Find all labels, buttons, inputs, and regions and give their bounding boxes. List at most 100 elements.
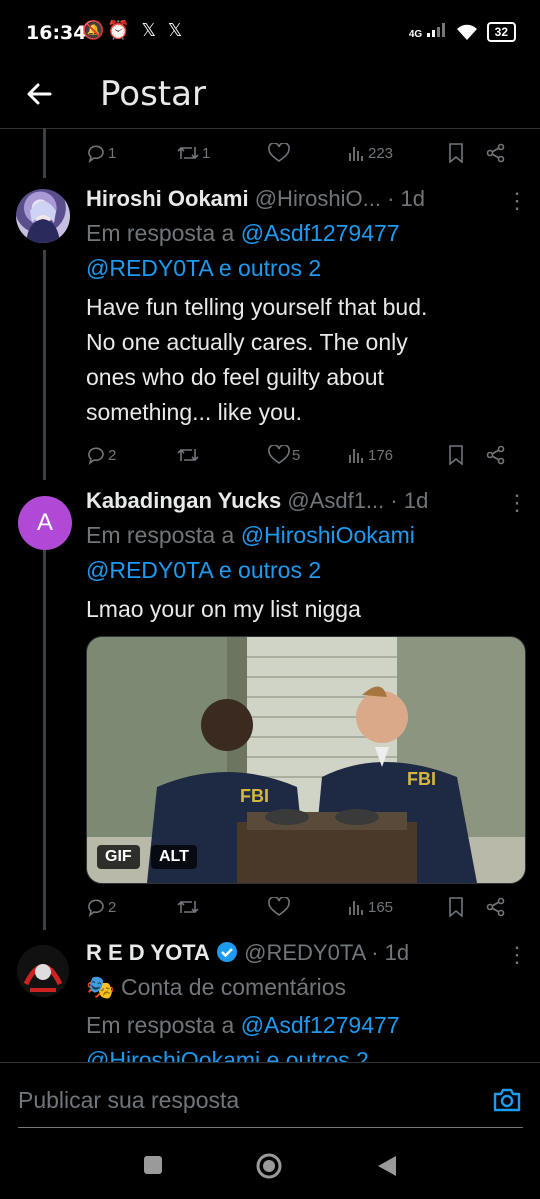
- camera-icon[interactable]: [492, 1085, 522, 1115]
- more-options-icon[interactable]: ⋮: [506, 942, 528, 968]
- avatar[interactable]: [16, 189, 70, 243]
- top-app-bar: Postar: [0, 64, 540, 129]
- reply-button[interactable]: 2: [86, 897, 176, 917]
- thread-line: [43, 550, 46, 930]
- handle[interactable]: @REDY0TA: [244, 940, 365, 965]
- reply-count: 2: [108, 898, 117, 916]
- timestamp: · 1d: [371, 940, 410, 965]
- views-icon: [349, 147, 363, 161]
- more-options-icon[interactable]: ⋮: [506, 188, 528, 214]
- heart-icon: [268, 445, 290, 464]
- parody-mask-icon: 🎭: [86, 974, 115, 1000]
- repost-icon: [177, 146, 199, 160]
- heart-icon: [268, 897, 290, 916]
- system-navigation-bar: [0, 1132, 540, 1199]
- handle[interactable]: @HiroshiO...: [255, 186, 381, 211]
- share-icon: [486, 143, 505, 163]
- tweet-text-line: No one actually cares. The only: [86, 329, 408, 355]
- bookmark-button[interactable]: [448, 897, 486, 917]
- repost-icon: [177, 900, 199, 914]
- avatar[interactable]: [16, 944, 70, 998]
- tweet-header: R E D YOTA @REDY0TA · 1d: [86, 940, 526, 966]
- views-button[interactable]: 165: [348, 898, 448, 916]
- thread-line: [43, 128, 46, 178]
- share-icon: [486, 897, 505, 917]
- bookmark-button[interactable]: [448, 445, 486, 465]
- tweet-text-line: Lmao your on my list nigga: [86, 596, 361, 622]
- status-bar: 16:34 🔕⏰ 𝕏 𝕏 4G 32: [0, 0, 540, 64]
- views-icon: [349, 449, 363, 463]
- avatar-letter: A: [36, 509, 53, 536]
- account-label-text: Conta de comentários: [121, 974, 347, 1000]
- mention-link[interactable]: @Asdf1279477: [241, 220, 400, 246]
- like-button[interactable]: [268, 143, 348, 163]
- tweet-text: Lmao your on my list nigga: [86, 592, 526, 627]
- reply-composer: Publicar sua resposta: [0, 1062, 540, 1133]
- alt-badge[interactable]: ALT: [151, 845, 197, 869]
- more-options-icon[interactable]: ⋮: [506, 490, 528, 516]
- reply-button[interactable]: 1: [86, 143, 176, 163]
- like-count: 5: [292, 446, 301, 464]
- gif-badge: GIF: [97, 845, 140, 869]
- page-title: Postar: [100, 74, 206, 114]
- repost-button[interactable]: 1: [176, 143, 268, 163]
- repost-button[interactable]: [176, 445, 268, 465]
- display-name[interactable]: Kabadingan Yucks: [86, 488, 281, 513]
- views-button[interactable]: 176: [348, 446, 448, 464]
- back-icon[interactable]: [376, 1154, 398, 1178]
- like-button[interactable]: [268, 897, 348, 917]
- reply-icon: [88, 447, 104, 465]
- status-time: 16:34: [26, 22, 87, 44]
- avatar[interactable]: A: [18, 496, 72, 550]
- status-right-icons: 4G 32: [409, 22, 516, 42]
- share-button[interactable]: [486, 897, 506, 917]
- battery-icon: 32: [486, 22, 516, 42]
- tweet-text-line: Have fun telling yourself that bud.: [86, 294, 428, 320]
- bookmark-button[interactable]: [448, 143, 486, 163]
- svg-text:FBI: FBI: [407, 769, 436, 789]
- home-icon[interactable]: [255, 1152, 283, 1180]
- share-icon: [486, 445, 505, 465]
- mention-link[interactable]: @HiroshiOokami: [241, 522, 415, 548]
- gif-media[interactable]: FBI FBI GIF ALT: [86, 636, 526, 884]
- tweet-actions: 1 1 223: [86, 138, 516, 168]
- reply-button[interactable]: 2: [86, 445, 176, 465]
- mention-link[interactable]: @REDY0TA e outros 2: [86, 255, 321, 281]
- back-arrow-icon[interactable]: [22, 76, 58, 112]
- mute-notification-icon: 🔕: [82, 20, 108, 41]
- signal-icon: 4G: [409, 22, 447, 42]
- display-name[interactable]: R E D YOTA: [86, 940, 210, 965]
- mention-link[interactable]: @Asdf1279477: [241, 1012, 400, 1038]
- reply-input[interactable]: Publicar sua resposta: [18, 1087, 239, 1114]
- mention-link[interactable]: @REDY0TA e outros 2: [86, 557, 321, 583]
- repost-button[interactable]: [176, 897, 268, 917]
- bookmark-icon: [449, 143, 463, 163]
- verified-badge-icon: [217, 942, 237, 962]
- repost-icon: [177, 448, 199, 462]
- wifi-icon: [456, 24, 477, 40]
- svg-text:FBI: FBI: [240, 786, 269, 806]
- view-count: 176: [368, 446, 394, 464]
- display-name[interactable]: Hiroshi Ookami: [86, 186, 249, 211]
- share-button[interactable]: [486, 143, 506, 163]
- tweet-text-line: ones who do feel guilty about: [86, 364, 384, 390]
- thread-line: [43, 250, 46, 480]
- tweet-actions: 2 165: [86, 892, 516, 922]
- reply-count: 2: [108, 446, 117, 464]
- tweet-text: Have fun telling yourself that bud. No o…: [86, 290, 526, 430]
- view-count: 165: [368, 898, 394, 916]
- tweet-header: Kabadingan Yucks @Asdf1... · 1d: [86, 488, 526, 514]
- timestamp: · 1d: [390, 488, 429, 513]
- recents-icon[interactable]: [143, 1155, 163, 1175]
- tweet-header: Hiroshi Ookami @HiroshiO... · 1d: [86, 186, 526, 212]
- reply-context: Em resposta a @HiroshiOokami @REDY0TA e …: [86, 518, 526, 588]
- views-button[interactable]: 223: [348, 144, 448, 162]
- handle[interactable]: @Asdf1...: [287, 488, 384, 513]
- reply-prefix: Em resposta a: [86, 220, 241, 246]
- account-label: 🎭 Conta de comentários: [86, 970, 526, 1005]
- reply-prefix: Em resposta a: [86, 522, 241, 548]
- like-button[interactable]: 5: [268, 445, 348, 465]
- bookmark-icon: [449, 445, 463, 465]
- status-notification-icons: 🔕⏰ 𝕏 𝕏: [82, 20, 185, 41]
- share-button[interactable]: [486, 445, 506, 465]
